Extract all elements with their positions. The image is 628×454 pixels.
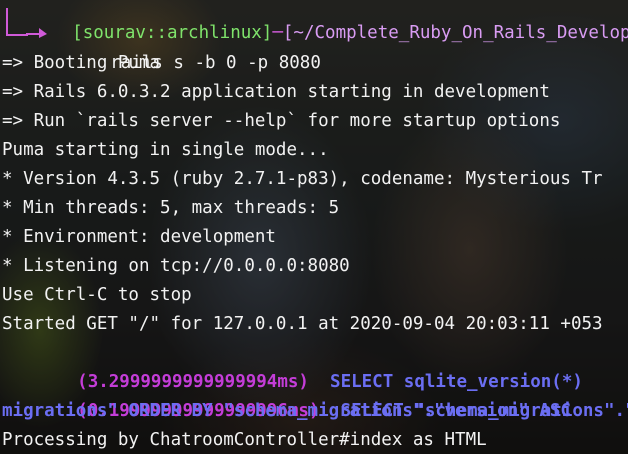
output-line: * Environment: development bbox=[2, 227, 276, 247]
output-line: => Run `rails server --help` for more st… bbox=[2, 111, 561, 131]
sql-query-wrap: migrations" ORDER BY "schema_migrations"… bbox=[2, 401, 571, 421]
prompt-command-line: rails s -b 0 -p 8080 bbox=[2, 20, 321, 73]
output-line: * Min threads: 5, max threads: 5 bbox=[2, 198, 340, 218]
terminal-window[interactable]: [sourav::archlinux]─[~/Complete_Ruby_On_… bbox=[0, 0, 628, 454]
output-line: => Rails 6.0.3.2 application starting in… bbox=[2, 82, 550, 102]
output-line: Use Ctrl-C to stop bbox=[2, 285, 192, 305]
output-line: Started GET "/" for 127.0.0.1 at 2020-09… bbox=[2, 314, 603, 334]
prompt-header: [sourav::archlinux]─[~/Complete_Ruby_On_… bbox=[2, 0, 628, 43]
output-line: => Booting Puma bbox=[2, 53, 161, 73]
prompt-path: [~/Complete_Ruby_On_Rails_Develope bbox=[282, 23, 628, 43]
sql-log-line: (3.2999999999999994ms) SELECT sqlite_ver… bbox=[2, 339, 583, 392]
sql-log-line: (0.19999999999999996ms) SELECT "schema_m… bbox=[2, 368, 628, 421]
processing-line: Processing by ChatroomController#index a… bbox=[2, 430, 487, 450]
output-line: * Version 4.3.5 (ruby 2.7.1-p83), codena… bbox=[2, 169, 603, 189]
output-line: * Listening on tcp://0.0.0.0:8080 bbox=[2, 256, 350, 276]
output-line: Puma starting in single mode... bbox=[2, 140, 329, 160]
